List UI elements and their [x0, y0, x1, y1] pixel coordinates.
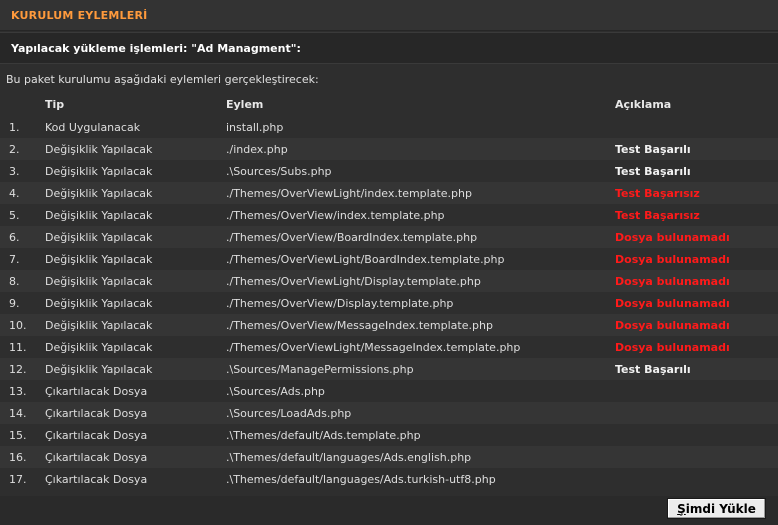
row-action: .\Themes/default/Ads.template.php [226, 429, 421, 442]
row-action: ./Themes/OverViewLight/index.template.ph… [226, 187, 472, 200]
row-status: Test Başarısız [615, 187, 700, 200]
row-type: Çıkartılacak Dosya [45, 473, 148, 486]
row-number: 12. [9, 363, 27, 376]
row-number: 7. [9, 253, 20, 266]
install-button-accesskey: Ş [677, 501, 686, 516]
row-type: Değişiklik Yapılacak [45, 209, 153, 222]
row-type: Çıkartılacak Dosya [45, 407, 148, 420]
row-type: Çıkartılacak Dosya [45, 429, 148, 442]
row-number: 9. [9, 297, 20, 310]
column-header-eylem: Eylem [226, 98, 264, 111]
row-type: Değişiklik Yapılacak [45, 253, 153, 266]
row-status: Test Başarılı [615, 143, 691, 156]
row-type: Değişiklik Yapılacak [45, 319, 153, 332]
table-row: 12. Değişiklik Yapılacak .\Sources/Manag… [0, 358, 778, 380]
subheader: Yapılacak yükleme işlemleri: "Ad Managme… [0, 32, 778, 64]
row-number: 13. [9, 385, 27, 398]
row-status: Dosya bulunamadı [615, 319, 730, 332]
row-status: Test Başarısız [615, 209, 700, 222]
table-row: 2. Değişiklik Yapılacak ./index.php Test… [0, 138, 778, 160]
row-action: .\Sources/LoadAds.php [226, 407, 352, 420]
row-action: ./Themes/OverViewLight/MessageIndex.temp… [226, 341, 521, 354]
table-header-row: Tip Eylem Açıklama [0, 94, 778, 116]
row-type: Çıkartılacak Dosya [45, 385, 148, 398]
row-action: ./Themes/OverView/index.template.php [226, 209, 445, 222]
row-number: 3. [9, 165, 20, 178]
install-now-button[interactable]: Şimdi Yükle [667, 498, 766, 519]
row-type: Değişiklik Yapılacak [45, 143, 153, 156]
title-bar: KURULUM EYLEMLERİ [0, 0, 778, 31]
row-number: 8. [9, 275, 20, 288]
row-status: Dosya bulunamadı [615, 341, 730, 354]
table-row: 7. Değişiklik Yapılacak ./Themes/OverVie… [0, 248, 778, 270]
table-row: 3. Değişiklik Yapılacak .\Sources/Subs.p… [0, 160, 778, 182]
row-number: 10. [9, 319, 27, 332]
table-row: 5. Değişiklik Yapılacak ./Themes/OverVie… [0, 204, 778, 226]
row-number: 4. [9, 187, 20, 200]
row-action: .\Themes/default/languages/Ads.english.p… [226, 451, 472, 464]
table-row: 11. Değişiklik Yapılacak ./Themes/OverVi… [0, 336, 778, 358]
table-row: 9. Değişiklik Yapılacak ./Themes/OverVie… [0, 292, 778, 314]
package-subheader: Yapılacak yükleme işlemleri: "Ad Managme… [11, 42, 301, 55]
row-status: Dosya bulunamadı [615, 253, 730, 266]
row-number: 17. [9, 473, 27, 486]
row-status: Dosya bulunamadı [615, 231, 730, 244]
row-number: 2. [9, 143, 20, 156]
actions-table: Tip Eylem Açıklama 1. Kod Uygulanacak in… [0, 94, 778, 490]
row-number: 15. [9, 429, 27, 442]
column-header-aciklama: Açıklama [615, 98, 672, 111]
footer-bar: Şimdi Yükle [0, 496, 778, 525]
table-row: 15. Çıkartılacak Dosya .\Themes/default/… [0, 424, 778, 446]
row-action: ./Themes/OverView/MessageIndex.template.… [226, 319, 493, 332]
table-row: 1. Kod Uygulanacak install.php [0, 116, 778, 138]
row-action: ./Themes/OverViewLight/Display.template.… [226, 275, 481, 288]
row-status: Test Başarılı [615, 363, 691, 376]
table-row: 4. Değişiklik Yapılacak ./Themes/OverVie… [0, 182, 778, 204]
column-header-tip: Tip [45, 98, 65, 111]
row-type: Değişiklik Yapılacak [45, 297, 153, 310]
intro-text: Bu paket kurulumu aşağıdaki eylemleri ge… [6, 73, 319, 86]
table-row: 6. Değişiklik Yapılacak ./Themes/OverVie… [0, 226, 778, 248]
table-row: 17. Çıkartılacak Dosya .\Themes/default/… [0, 468, 778, 490]
row-action: .\Sources/Subs.php [226, 165, 332, 178]
row-status: Dosya bulunamadı [615, 297, 730, 310]
table-row: 8. Değişiklik Yapılacak ./Themes/OverVie… [0, 270, 778, 292]
row-type: Değişiklik Yapılacak [45, 363, 153, 376]
row-number: 5. [9, 209, 20, 222]
row-number: 6. [9, 231, 20, 244]
row-number: 1. [9, 121, 20, 134]
row-status: Dosya bulunamadı [615, 275, 730, 288]
row-type: Değişiklik Yapılacak [45, 275, 153, 288]
row-action: ./Themes/OverView/Display.template.php [226, 297, 454, 310]
row-type: Değişiklik Yapılacak [45, 165, 153, 178]
table-row: 16. Çıkartılacak Dosya .\Themes/default/… [0, 446, 778, 468]
row-type: Çıkartılacak Dosya [45, 451, 148, 464]
row-action: ./index.php [226, 143, 288, 156]
row-status: Test Başarılı [615, 165, 691, 178]
table-row: 13. Çıkartılacak Dosya .\Sources/Ads.php [0, 380, 778, 402]
row-action: .\Sources/ManagePermissions.php [226, 363, 414, 376]
row-type: Kod Uygulanacak [45, 121, 141, 134]
row-action: .\Sources/Ads.php [226, 385, 325, 398]
install-button-label: imdi Yükle [685, 501, 756, 516]
table-row: 14. Çıkartılacak Dosya .\Sources/LoadAds… [0, 402, 778, 424]
row-number: 16. [9, 451, 27, 464]
row-action: ./Themes/OverView/BoardIndex.template.ph… [226, 231, 478, 244]
row-type: Değişiklik Yapılacak [45, 341, 153, 354]
row-number: 14. [9, 407, 27, 420]
row-type: Değişiklik Yapılacak [45, 187, 153, 200]
row-action: install.php [226, 121, 284, 134]
page-title: KURULUM EYLEMLERİ [11, 9, 148, 22]
row-action: ./Themes/OverViewLight/BoardIndex.templa… [226, 253, 505, 266]
row-action: .\Themes/default/languages/Ads.turkish-u… [226, 473, 496, 486]
row-type: Değişiklik Yapılacak [45, 231, 153, 244]
table-row: 10. Değişiklik Yapılacak ./Themes/OverVi… [0, 314, 778, 336]
row-number: 11. [9, 341, 27, 354]
